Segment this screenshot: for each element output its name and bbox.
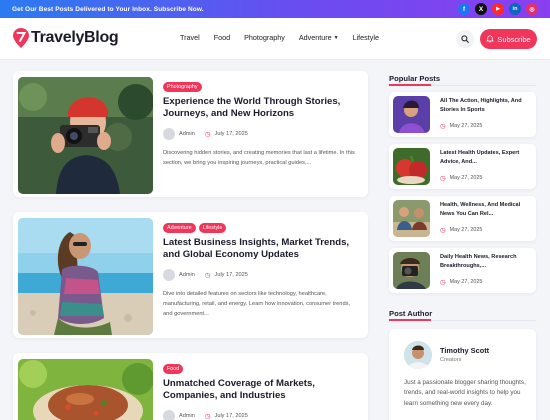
- author-bio: Just a passionate blogger sharing though…: [404, 379, 526, 407]
- post-body: Photography Experience the World Through…: [163, 82, 361, 169]
- post-thumbnail[interactable]: [18, 359, 153, 420]
- nav-item-adventure[interactable]: Adventure ▼: [299, 33, 339, 42]
- clock-icon: ◷: [204, 131, 211, 138]
- popular-post-title: Latest Health Updates, Expert Advice, An…: [440, 150, 520, 165]
- popular-post-item[interactable]: All The Action, Highlights, And Stories …: [389, 92, 536, 137]
- popular-post-thumbnail: [393, 252, 430, 289]
- site-header: TravelyBlog Travel Food Photography Adve…: [0, 18, 550, 60]
- popular-post-meta: ◷ May 27, 2025: [440, 226, 482, 234]
- category-tag[interactable]: Food: [163, 364, 184, 374]
- post-author-heading: Post Author: [389, 309, 433, 318]
- post-title[interactable]: Unmatched Coverage of Markets, Companies…: [163, 378, 361, 402]
- popular-post-title: All The Action, Highlights, And Stories …: [440, 98, 522, 113]
- popular-post-date: May 27, 2025: [449, 123, 483, 129]
- post-excerpt: Dive into detailed features on sectors l…: [163, 291, 351, 317]
- clock-icon: ◷: [440, 227, 446, 234]
- youtube-icon[interactable]: ▶: [492, 3, 504, 15]
- beach-woman-image: [18, 218, 153, 335]
- main-nav: Travel Food Photography Adventure ▼ Life…: [180, 33, 379, 42]
- instagram-icon[interactable]: ◎: [526, 3, 538, 15]
- author-name[interactable]: Timothy Scott: [440, 346, 489, 355]
- clock-icon: ◷: [440, 279, 446, 286]
- announcement-bar: Get Our Best Posts Delivered to Your Inb…: [0, 0, 550, 18]
- popular-post-title: Daily Health News, Research Breakthrough…: [440, 254, 517, 269]
- post-meta: Admin ◷ July 17, 2025: [163, 269, 361, 281]
- post-thumbnail[interactable]: [18, 218, 153, 335]
- clock-icon: ◷: [440, 123, 446, 130]
- popular-post-meta: ◷ May 27, 2025: [440, 174, 482, 182]
- subscribe-label: Subscribe: [497, 34, 531, 44]
- site-logo[interactable]: TravelyBlog: [13, 28, 119, 48]
- post-tags: Food: [163, 364, 361, 374]
- popular-post-title: Health, Wellness, And Medical News You C…: [440, 202, 521, 217]
- post-thumbnail[interactable]: [18, 77, 153, 194]
- author-avatar: [163, 128, 175, 140]
- heading-divider: [389, 319, 536, 321]
- popular-posts-heading: Popular Posts: [389, 74, 441, 83]
- post-card[interactable]: Adventure Lifestyle Latest Business Insi…: [13, 212, 368, 338]
- popular-post-meta: ◷ May 27, 2025: [440, 122, 482, 130]
- post-body: Food Unmatched Coverage of Markets, Comp…: [163, 364, 361, 420]
- popular-post-meta: ◷ May 27, 2025: [440, 278, 482, 286]
- post-card[interactable]: Food Unmatched Coverage of Markets, Comp…: [13, 353, 368, 420]
- popular-post-date: May 27, 2025: [449, 227, 483, 233]
- post-meta: Admin ◷ July 17, 2025: [163, 410, 361, 420]
- linkedin-icon[interactable]: in: [509, 3, 521, 15]
- post-tags: Photography: [163, 82, 361, 92]
- post-date: July 17, 2025: [214, 272, 248, 278]
- category-tag[interactable]: Photography: [163, 82, 202, 92]
- popular-post-thumbnail: [393, 148, 430, 185]
- popular-post-thumbnail: [393, 200, 430, 237]
- avatar[interactable]: [404, 341, 432, 369]
- announcement-text: Get Our Best Posts Delivered to Your Inb…: [12, 5, 204, 13]
- x-icon[interactable]: X: [475, 3, 487, 15]
- popular-post-item[interactable]: Health, Wellness, And Medical News You C…: [389, 196, 536, 241]
- photographer-image: [18, 77, 153, 194]
- post-excerpt: Discovering hidden stories, and creating…: [163, 150, 355, 166]
- post-body: Adventure Lifestyle Latest Business Insi…: [163, 223, 361, 319]
- nav-item-travel[interactable]: Travel: [180, 33, 200, 42]
- post-meta: Admin ◷ July 17, 2025: [163, 128, 361, 140]
- author-card: Timothy Scott Creators Just a passionate…: [389, 329, 536, 420]
- site-logo-text: TravelyBlog: [31, 29, 119, 46]
- post-date: July 17, 2025: [214, 131, 248, 137]
- bell-icon: [486, 35, 495, 43]
- post-tags: Adventure Lifestyle: [163, 223, 361, 233]
- popular-post-thumbnail: [393, 96, 430, 133]
- nav-item-lifestyle[interactable]: Lifestyle: [353, 33, 379, 42]
- chevron-down-icon: ▼: [333, 34, 339, 41]
- post-date: July 17, 2025: [214, 413, 248, 419]
- post-author[interactable]: Admin: [179, 272, 195, 278]
- category-tag[interactable]: Lifestyle: [198, 223, 227, 233]
- post-card[interactable]: Photography Experience the World Through…: [13, 71, 368, 197]
- clock-icon: ◷: [204, 413, 211, 420]
- nav-item-food[interactable]: Food: [214, 33, 230, 42]
- author-role: Creators: [440, 357, 462, 363]
- food-image: [18, 359, 153, 420]
- nav-item-photography[interactable]: Photography: [244, 33, 285, 42]
- post-author[interactable]: Admin: [179, 131, 195, 137]
- clock-icon: ◷: [204, 272, 211, 279]
- nav-item-adventure-label: Adventure: [298, 33, 332, 42]
- heading-divider: [389, 84, 536, 86]
- location-pin-icon: [13, 28, 29, 48]
- clock-icon: ◷: [440, 175, 446, 182]
- post-author[interactable]: Admin: [179, 413, 195, 419]
- author-avatar: [163, 269, 175, 281]
- post-title[interactable]: Experience the World Through Stories, Jo…: [163, 96, 361, 120]
- post-title[interactable]: Latest Business Insights, Market Trends,…: [163, 237, 361, 261]
- popular-post-item[interactable]: Daily Health News, Research Breakthrough…: [389, 248, 536, 293]
- search-button[interactable]: [456, 30, 474, 48]
- popular-post-item[interactable]: Latest Health Updates, Expert Advice, An…: [389, 144, 536, 189]
- search-icon: [461, 35, 469, 43]
- popular-post-date: May 27, 2025: [449, 175, 483, 181]
- subscribe-button[interactable]: Subscribe: [480, 29, 537, 49]
- social-links: f X ▶ in ◎: [458, 3, 538, 15]
- facebook-icon[interactable]: f: [458, 3, 470, 15]
- author-avatar: [163, 410, 175, 420]
- popular-post-date: May 27, 2025: [449, 279, 483, 285]
- category-tag[interactable]: Adventure: [163, 223, 196, 233]
